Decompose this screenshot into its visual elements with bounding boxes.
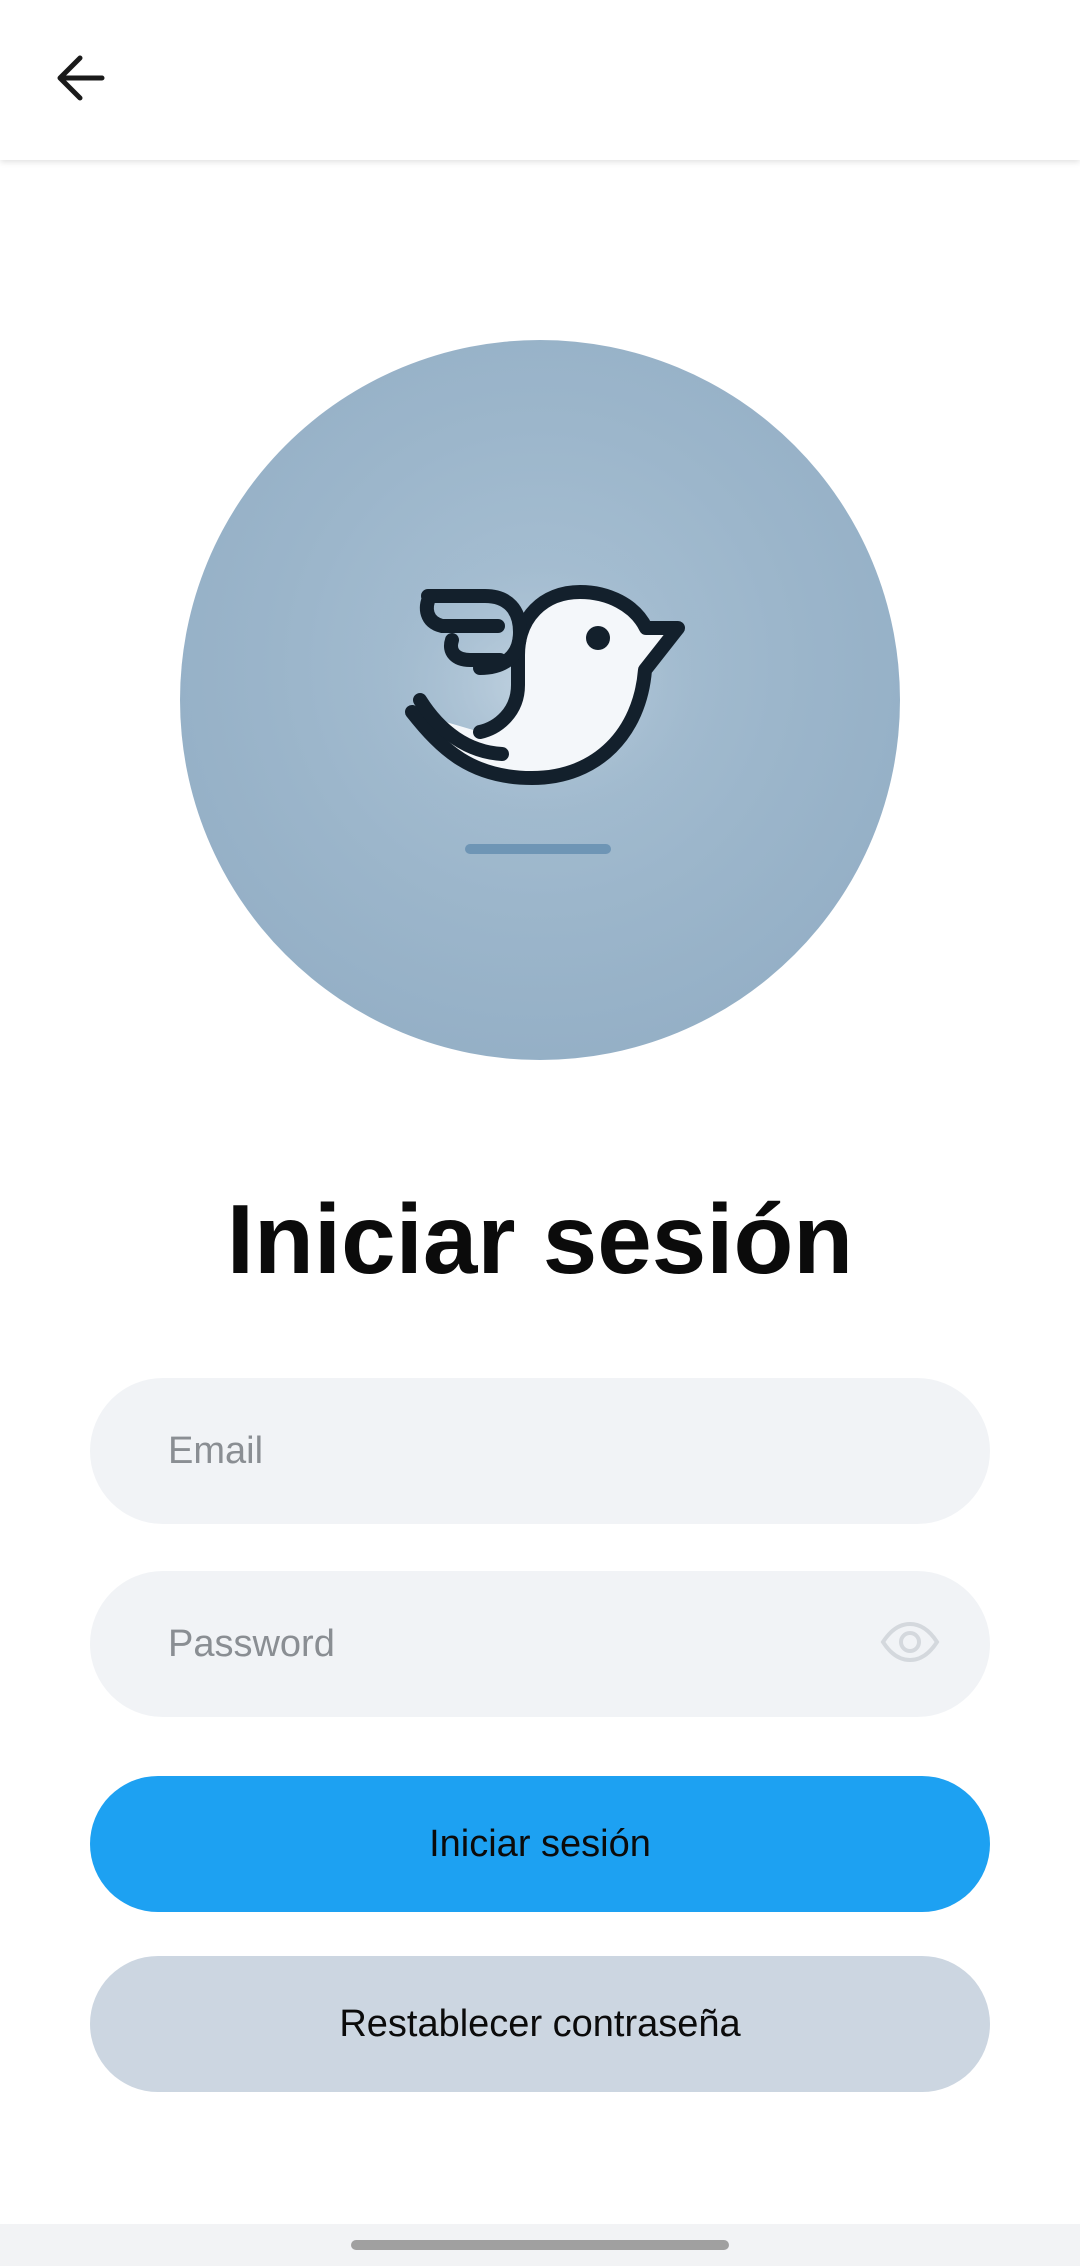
system-nav-bar	[0, 2224, 1080, 2266]
email-field[interactable]	[90, 1378, 990, 1524]
reset-password-button[interactable]: Restablecer contraseña	[90, 1956, 990, 2092]
eye-icon	[880, 1621, 940, 1668]
login-button[interactable]: Iniciar sesión	[90, 1776, 990, 1912]
app-logo	[180, 340, 900, 1060]
email-input[interactable]	[168, 1378, 888, 1524]
home-indicator[interactable]	[351, 2240, 729, 2250]
arrow-left-icon	[54, 54, 106, 107]
login-screen: Iniciar sesión Iniciar sesión Restablece…	[0, 160, 1080, 2224]
page-title: Iniciar sesión	[226, 1184, 854, 1294]
bird-logo-icon	[350, 535, 730, 854]
password-field[interactable]	[90, 1571, 990, 1717]
toggle-password-visibility-button[interactable]	[870, 1614, 950, 1674]
app-bar	[0, 0, 1080, 160]
back-button[interactable]	[40, 40, 120, 120]
password-input[interactable]	[168, 1571, 888, 1717]
